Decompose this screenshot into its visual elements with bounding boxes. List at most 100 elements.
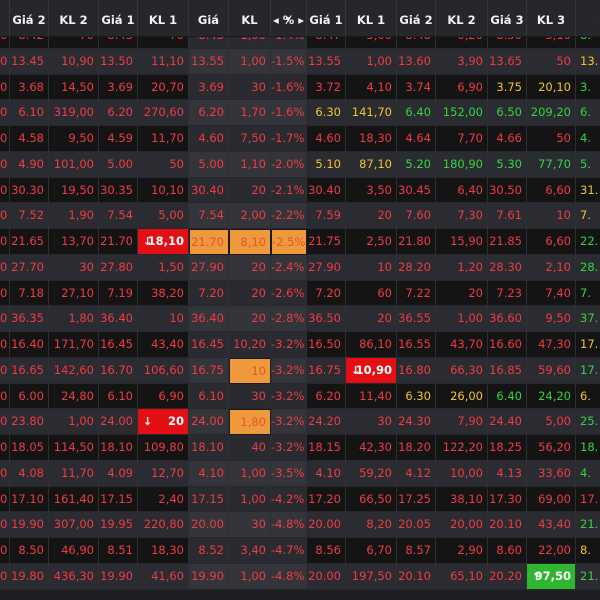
table-row[interactable]: 0 23.80 1,00 24.00 ↓ 20 24.00 1,80 -3.2% 24.20 30 2… bbox=[0, 409, 600, 435]
cell-value: 0 bbox=[0, 259, 8, 274]
cell-value: 24.20 bbox=[308, 414, 341, 429]
table-body: 08.42708.43708.431,00-1.4%8.473,008.480,… bbox=[0, 23, 600, 590]
table-row[interactable]: 0 6.10 319,00 6.20 270,60 6.20 1,70 -1.6% 6.30 14… bbox=[0, 100, 600, 126]
cell-ask-vol-3: 56,20 bbox=[527, 435, 576, 461]
cell-value: 65,10 bbox=[450, 568, 483, 583]
cell-ask-price-2: 20.10 bbox=[397, 563, 436, 590]
cell-ask-price-2: 28.20 bbox=[397, 254, 436, 281]
cell-value: 6.30 bbox=[405, 388, 431, 403]
cell-change-pct: -4.8% bbox=[271, 512, 307, 538]
cell-ceiling: 22. bbox=[576, 229, 600, 255]
cell-ask-price-1: 16.50 bbox=[307, 332, 346, 358]
cell-change-pct: -1.6% bbox=[271, 100, 307, 126]
price-board: Giá 2 KL 2 Giá 1 KL 1 Giá KL ◂ % ▸ ▾ Giá 1 KL 1 Gi… bbox=[0, 0, 600, 600]
cell-ask-vol-2: 65,10 bbox=[436, 563, 488, 590]
cell-bid-vol-2: 10,90 bbox=[49, 48, 99, 75]
cell-ask-vol-2: 6,40 bbox=[436, 177, 488, 204]
cell-value: 1,50 bbox=[158, 259, 184, 274]
cell-value: 30.35 bbox=[100, 182, 133, 197]
cell-ceiling: 31. bbox=[576, 177, 600, 204]
cell-bid-price-2: 19.80 bbox=[10, 563, 49, 590]
cell-value: 27.80 bbox=[100, 259, 133, 274]
table-row[interactable]: 0 7.52 1,90 7.54 5,00 7.54 2,00 -2.2% 7.59 20 7.60… bbox=[0, 203, 600, 229]
cell-match-price: 13.55 bbox=[189, 48, 229, 75]
cell-ask-vol-3: 2,10 bbox=[527, 254, 576, 281]
cell-value: 21.80 bbox=[398, 234, 431, 248]
cell-value: 24.00 bbox=[100, 414, 133, 429]
cell-ask-vol-2: 1,20 bbox=[436, 254, 488, 281]
cell-value: 21.85 bbox=[489, 234, 522, 248]
cell-bid-price-2: 21.65 bbox=[10, 229, 49, 255]
table-row[interactable]: 0 4.90 101,00 5.00 50 5.00 1,10 -2.0% 5.10 87,10 5… bbox=[0, 151, 600, 178]
cell-value: 13,70 bbox=[61, 234, 94, 248]
cell-value: 5. bbox=[580, 156, 591, 171]
cell-match-price: 17.15 bbox=[189, 486, 229, 513]
table-row[interactable]: 0 4.08 11,70 4.09 12,70 4.10 1,00 -3.5% 4.10 59,2… bbox=[0, 460, 600, 487]
cell-value: 10,90 bbox=[355, 362, 392, 377]
cell-ask-price-2: 4.12 bbox=[397, 460, 436, 487]
cell-value: 21.70 bbox=[100, 234, 133, 248]
cell-value: 13.55 bbox=[308, 53, 341, 68]
cell-value: 10 bbox=[251, 363, 266, 378]
cell-ask-price-3: 4.66 bbox=[488, 126, 527, 152]
table-row[interactable]: 0 16.40 171,70 16.45 43,40 16.45 10,20 -3.2% 16.… bbox=[0, 332, 600, 358]
cell-ask-price-1: 20.00 bbox=[307, 563, 346, 590]
cell-value: 0 bbox=[0, 440, 8, 454]
cell-value: 17.15 bbox=[100, 491, 133, 506]
sort-desc-icon[interactable]: ▾ bbox=[286, 15, 291, 25]
table-row[interactable]: 0 19.90 307,00 19.95 220,80 20.00 30 -4.8% 20.00… bbox=[0, 512, 600, 538]
cell-bid-vol-2: 46,90 bbox=[49, 538, 99, 564]
cell-ask-price-2: 16.80 bbox=[397, 357, 436, 384]
cell-value: 0 bbox=[0, 182, 8, 197]
table-row[interactable]: 0 16.65 142,60 16.70 106,60 16.75 10 -3.2% 16.75… bbox=[0, 357, 600, 384]
header-change-pct[interactable]: ◂ % ▸ ▾ bbox=[271, 0, 307, 36]
cell-ask-price-1: 7.59 bbox=[307, 203, 346, 229]
cell-value: 43,70 bbox=[450, 337, 483, 351]
cell-ask-price-2: 7.60 bbox=[397, 203, 436, 229]
cell-ceiling: 25. bbox=[576, 409, 600, 435]
table-row[interactable]: 0 6.00 24,80 6.10 6,90 6.10 30 -3.2% 6.20 11,40 6.… bbox=[0, 383, 600, 410]
table-row[interactable]: 0 13.45 10,90 13.50 11,10 13.55 1,00 -1.5% 13.55… bbox=[0, 48, 600, 75]
cell-value: -3.5% bbox=[271, 465, 305, 480]
table-row[interactable]: 0 4.58 9,50 4.59 11,70 4.60 7,50 -1.7% 4.60 18,30… bbox=[0, 126, 600, 152]
table-row[interactable]: 0 3.68 14,50 3.69 20,70 3.69 30 -1.6% 3.72 4,10 3.… bbox=[0, 74, 600, 101]
cell-value: 10,00 bbox=[450, 465, 483, 480]
cell-value: 13.65 bbox=[489, 53, 522, 68]
cell-ask-price-3: 6.50 bbox=[488, 100, 527, 126]
cell-bid-price-1: 27.80 bbox=[99, 254, 138, 281]
cell-value: 13. bbox=[580, 53, 599, 68]
cell-value: 8.56 bbox=[315, 543, 341, 557]
cell-ask-vol-1: 60 bbox=[346, 280, 397, 307]
table-row[interactable]: 0 27.70 30 27.80 1,50 27.90 20 -2.4% 27.90 10 28.2… bbox=[0, 254, 600, 281]
cell-value: -3.2% bbox=[271, 388, 305, 403]
table-row[interactable]: 0 18.05 114,50 18.10 109,80 18.10 40 -3.2% 18.15… bbox=[0, 435, 600, 461]
table-row[interactable]: 0 21.65 13,70 21.70 ↓ 18,10 21.70 8,10 -2.5% 21.7… bbox=[0, 229, 600, 255]
cell-prev: 0 bbox=[0, 74, 10, 101]
cell-ask-vol-1: 42,30 bbox=[346, 435, 397, 461]
table-row[interactable]: 0 36.35 1,80 36.40 10 36.40 20 -2.8% 36.50 20 36.5… bbox=[0, 306, 600, 332]
cell-value: 87,10 bbox=[359, 156, 392, 171]
cell-prev: 0 bbox=[0, 357, 10, 384]
table-row[interactable]: 0 7.18 27,10 7.19 38,20 7.20 20 -2.6% 7.20 60 7.22… bbox=[0, 280, 600, 307]
cell-ask-price-2: 24.30 bbox=[397, 409, 436, 435]
cell-value: -2.0% bbox=[271, 156, 305, 171]
table-row[interactable]: 0 30.30 19,50 30.35 10,10 30.40 20 -2.1% 30.40 3,… bbox=[0, 177, 600, 204]
cell-match-vol: 1,00 bbox=[229, 563, 271, 590]
cell-ask-price-2: 13.60 bbox=[397, 48, 436, 75]
table-row[interactable]: 0 8.50 46,90 8.51 18,30 8.52 3,40 -4.7% 8.56 6,70… bbox=[0, 538, 600, 564]
table-row[interactable]: 0 17.10 161,40 17.15 2,40 17.15 1,00 -4.2% 17.20… bbox=[0, 486, 600, 513]
table-row[interactable]: 0 19.80 436,30 19.90 41,60 19.90 1,00 -4.8% 20.0… bbox=[0, 563, 600, 590]
cell-ask-price-3: 30.50 bbox=[488, 177, 527, 204]
cell-value: 4.59 bbox=[107, 131, 133, 145]
cell-value: 21.65 bbox=[11, 234, 44, 248]
cell-change-pct: -4.8% bbox=[271, 563, 307, 590]
cell-bid-vol-2: 11,70 bbox=[49, 460, 99, 487]
cell-ask-price-2: 36.55 bbox=[397, 306, 436, 332]
cell-value: 30 bbox=[251, 79, 266, 94]
cell-bid-vol-1: 50 bbox=[138, 151, 189, 178]
cell-value: 77,70 bbox=[538, 156, 571, 171]
cell-value: 0 bbox=[0, 568, 8, 583]
cell-value: 7.54 bbox=[107, 208, 133, 223]
cell-value: 7.23 bbox=[496, 285, 522, 300]
cell-ask-price-1: 7.20 bbox=[307, 280, 346, 307]
